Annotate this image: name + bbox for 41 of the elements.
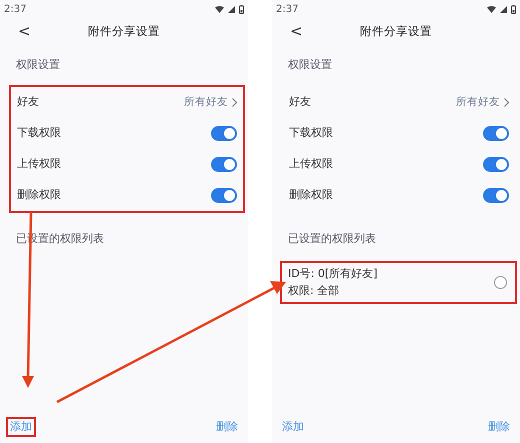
section-title: 权限设置 (288, 58, 332, 71)
status-time: 2:37 (276, 3, 298, 17)
add-button[interactable]: 添加 (6, 417, 36, 437)
back-button[interactable]: < (286, 21, 307, 41)
setting-label: 下载权限 (17, 125, 61, 142)
setting-label: 上传权限 (17, 156, 61, 172)
toggle-switch[interactable] (211, 188, 237, 203)
permission-list-item[interactable]: ID号: 0[所有好友] 权限: 全部 (280, 261, 517, 304)
page-title: 附件分享设置 (360, 23, 432, 40)
section-title: 已设置的权限列表 (288, 232, 376, 245)
status-time: 2:37 (4, 3, 26, 17)
battery-icon (239, 5, 244, 14)
toggle-switch[interactable] (483, 157, 509, 172)
chevron-right-icon (504, 98, 509, 107)
page-title: 附件分享设置 (88, 23, 160, 40)
friends-selector[interactable]: 所有好友 (184, 94, 237, 110)
signal-icon (500, 6, 507, 13)
setting-label: 好友 (17, 94, 39, 110)
delete-button[interactable]: 删除 (484, 417, 514, 437)
setting-label: 上传权限 (289, 156, 333, 172)
signal-icon (228, 6, 235, 13)
section-title: 权限设置 (16, 58, 60, 71)
delete-button[interactable]: 删除 (212, 417, 242, 437)
setting-label: 下载权限 (289, 125, 333, 142)
setting-label: 好友 (289, 94, 311, 110)
id-text: ID号: 0[所有好友] (288, 266, 378, 282)
setting-label: 删除权限 (289, 187, 333, 204)
radio-button[interactable] (494, 276, 507, 289)
toggle-switch[interactable] (483, 188, 509, 203)
permission-text: 权限: 全部 (288, 282, 340, 298)
friends-selector[interactable]: 所有好友 (456, 94, 509, 110)
toggle-switch[interactable] (211, 157, 237, 172)
battery-icon (511, 5, 516, 14)
wifi-icon (215, 6, 224, 13)
add-button[interactable]: 添加 (278, 417, 308, 437)
back-button[interactable]: < (14, 21, 35, 41)
wifi-icon (487, 6, 496, 13)
toggle-switch[interactable] (483, 126, 509, 141)
setting-label: 删除权限 (17, 187, 61, 204)
toggle-switch[interactable] (211, 126, 237, 141)
chevron-right-icon (232, 98, 237, 107)
